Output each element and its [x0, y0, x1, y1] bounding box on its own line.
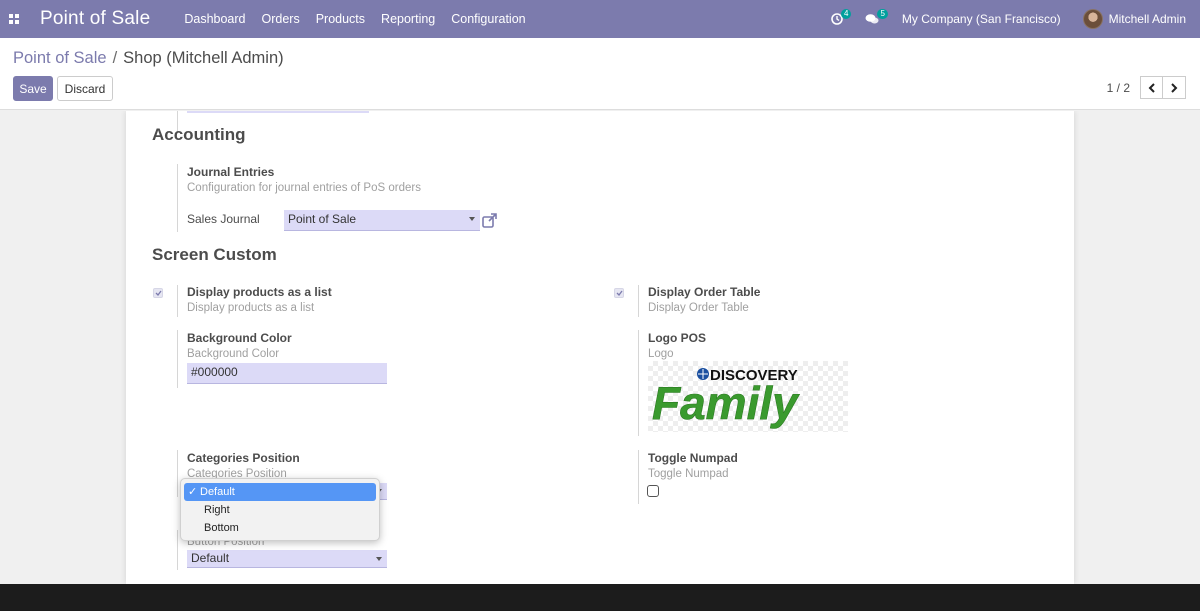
dropdown-option-default[interactable]: ✓ Default: [184, 483, 376, 501]
messages-count-badge: 5: [877, 9, 888, 19]
control-panel: Point of Sale / Shop (Mitchell Admin) Save…: [0, 38, 1200, 110]
journal-entries-help: Configuration for journal entries of PoS…: [187, 182, 421, 194]
toggle-numpad-title: Toggle Numpad: [648, 451, 738, 465]
pager-previous-button[interactable]: [1140, 76, 1163, 99]
bottom-bar: [0, 584, 1200, 611]
chevron-right-icon: [1171, 82, 1178, 93]
checkmark-icon: [616, 290, 623, 296]
background-color-title: Background Color: [187, 331, 292, 345]
background-color-help: Background Color: [187, 348, 280, 360]
messages-button[interactable]: 5: [865, 9, 888, 25]
menu-products[interactable]: Products: [308, 0, 373, 38]
breadcrumb-parent[interactable]: Point of Sale: [13, 49, 107, 67]
caret-down-icon: [469, 217, 475, 221]
sales-journal-label: Sales Journal: [187, 212, 260, 226]
save-button[interactable]: Save: [13, 76, 53, 101]
breadcrumb-separator: /: [112, 49, 118, 67]
pager-value[interactable]: 1 / 2: [1107, 81, 1130, 95]
chevron-left-icon: [1148, 82, 1155, 93]
toggle-numpad-help: Toggle Numpad: [648, 468, 729, 480]
menu-dashboard[interactable]: Dashboard: [176, 0, 253, 38]
field-separator: [638, 330, 639, 436]
display-products-list-help: Display products as a list: [187, 302, 315, 314]
partial-input: [187, 111, 369, 113]
section-title-accounting: Accounting: [152, 125, 246, 144]
breadcrumb: Point of Sale / Shop (Mitchell Admin): [13, 49, 284, 68]
menu-configuration[interactable]: Configuration: [443, 0, 533, 38]
categories-position-title: Categories Position: [187, 451, 300, 465]
logo-pos-title: Logo POS: [648, 331, 706, 345]
discovery-family-logo: DISCOVERY Family: [652, 367, 801, 429]
avatar: [1082, 9, 1103, 29]
external-link-button[interactable]: [482, 213, 497, 231]
background-color-input[interactable]: #000000: [187, 363, 387, 384]
dropdown-option-bottom[interactable]: Bottom: [184, 519, 376, 537]
button-position-select[interactable]: Default: [187, 550, 387, 568]
button-position-value: Default: [191, 551, 230, 565]
journal-entries-title: Journal Entries: [187, 165, 275, 179]
pager-next-button[interactable]: [1163, 76, 1186, 99]
display-order-table-help: Display Order Table: [648, 302, 749, 314]
activities-button[interactable]: 4: [831, 9, 852, 25]
field-separator: [177, 330, 178, 388]
toggle-numpad-checkbox[interactable]: [647, 485, 659, 497]
field-separator: [638, 285, 639, 317]
display-products-list-checkbox[interactable]: [153, 288, 163, 298]
logo-image[interactable]: DISCOVERY Family: [648, 361, 848, 432]
menu-reporting[interactable]: Reporting: [373, 0, 443, 38]
categories-position-dropdown: ✓ Default Right Bottom: [180, 478, 380, 541]
field-separator: [177, 285, 178, 317]
main-menu: Dashboard Orders Products Reporting Conf…: [176, 0, 533, 38]
apps-menu-icon[interactable]: [0, 0, 28, 38]
sales-journal-value: Point of Sale: [288, 212, 357, 226]
top-navbar: Point of Sale Dashboard Orders Products …: [0, 0, 1200, 38]
field-separator: [177, 450, 178, 497]
field-separator: [638, 450, 639, 504]
dropdown-option-right[interactable]: Right: [184, 501, 376, 519]
user-menu[interactable]: Mitchell Admin: [1082, 9, 1186, 29]
logo-pos-help: Logo: [648, 348, 674, 360]
company-switcher[interactable]: My Company (San Francisco): [902, 12, 1061, 26]
check-icon: ✓: [188, 486, 198, 498]
user-name: Mitchell Admin: [1108, 12, 1186, 26]
field-separator: [177, 530, 178, 570]
checkmark-icon: [155, 290, 162, 296]
chevron-down-icon: [376, 557, 382, 561]
pager: 1 / 2: [1107, 76, 1186, 99]
breadcrumb-current: Shop (Mitchell Admin): [123, 49, 284, 67]
display-order-table-title: Display Order Table: [648, 285, 761, 299]
sales-journal-select[interactable]: Point of Sale: [284, 210, 480, 231]
discard-button[interactable]: Discard: [57, 76, 113, 101]
display-products-list-title: Display products as a list: [187, 285, 332, 299]
field-separator: [177, 164, 178, 232]
app-title[interactable]: Point of Sale: [40, 8, 150, 30]
activity-count-badge: 4: [841, 9, 852, 19]
svg-text:Family: Family: [652, 377, 800, 429]
menu-orders[interactable]: Orders: [254, 0, 308, 38]
external-link-icon: [482, 213, 497, 228]
display-order-table-checkbox[interactable]: [614, 288, 624, 298]
section-title-screen-custom: Screen Custom: [152, 245, 277, 264]
